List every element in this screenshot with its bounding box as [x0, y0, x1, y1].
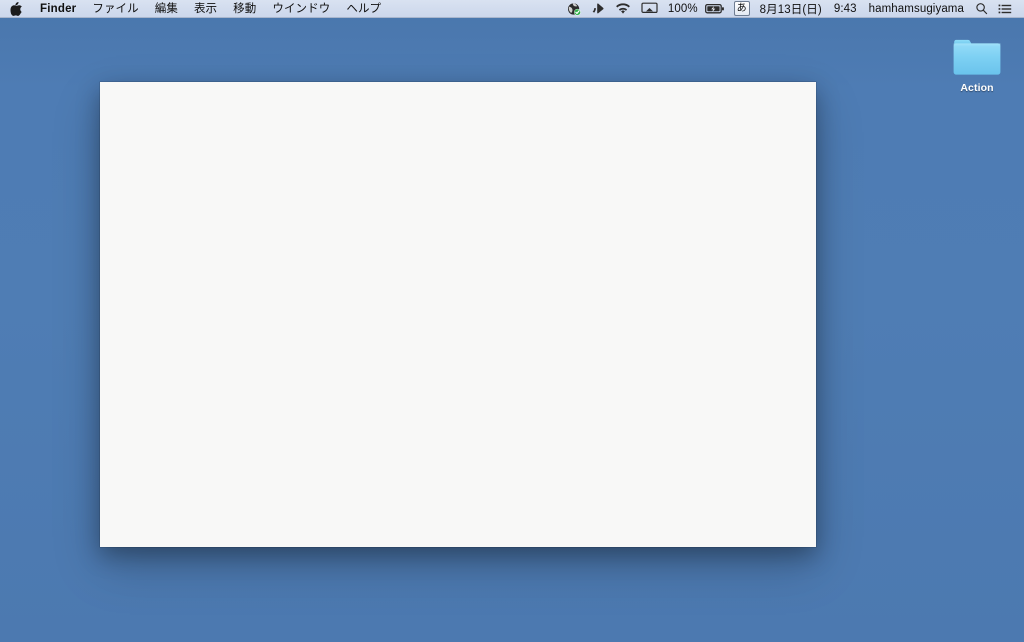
- desktop-icon-action[interactable]: Action: [946, 28, 1008, 94]
- airplay-display-icon: [641, 2, 658, 13]
- desktop[interactable]: Finder ファイル 編集 表示 移動 ウインドウ ヘルプ 100% あ 8月…: [0, 0, 1024, 642]
- wifi-status-item[interactable]: [610, 0, 636, 18]
- volume-icon: [592, 3, 604, 14]
- notification-center-icon: [998, 4, 1012, 13]
- application-window[interactable]: [100, 82, 816, 547]
- menu-item-go[interactable]: 移動: [225, 0, 264, 18]
- menubar-date[interactable]: 8月13日(日): [754, 0, 828, 18]
- wifi-icon: [615, 2, 630, 14]
- menu-bar-left: Finder ファイル 編集 表示 移動 ウインドウ ヘルプ: [0, 0, 389, 18]
- input-method-status-item[interactable]: あ: [730, 0, 754, 18]
- battery-percent-label[interactable]: 100%: [663, 0, 700, 18]
- dropbox-sync-icon: [567, 2, 581, 15]
- menubar-time[interactable]: 9:43: [828, 0, 863, 18]
- menu-item-window[interactable]: ウインドウ: [264, 0, 338, 18]
- input-method-label: あ: [733, 1, 750, 16]
- menu-item-file[interactable]: ファイル: [84, 0, 146, 18]
- desktop-icon-label: Action: [960, 82, 994, 94]
- window-content-area[interactable]: [100, 82, 816, 547]
- menu-item-edit[interactable]: 編集: [147, 0, 186, 18]
- menu-item-help[interactable]: ヘルプ: [338, 0, 389, 18]
- battery-status-item[interactable]: [700, 0, 730, 18]
- volume-status-item[interactable]: [586, 0, 610, 18]
- folder-icon-wrap: [946, 28, 1008, 78]
- airplay-status-item[interactable]: [636, 0, 663, 18]
- menu-item-finder[interactable]: Finder: [32, 0, 84, 18]
- spotlight-button[interactable]: [970, 0, 993, 18]
- menu-item-view[interactable]: 表示: [186, 0, 225, 18]
- folder-icon: [953, 39, 1001, 75]
- menu-bar-status-area: 100% あ 8月13日(日) 9:43 hamhamsugiyama: [562, 0, 1024, 18]
- battery-charging-icon: [704, 3, 724, 13]
- notification-center-button[interactable]: [993, 0, 1017, 18]
- dropbox-status-item[interactable]: [562, 0, 586, 18]
- apple-logo-icon: [10, 1, 23, 16]
- menu-bar: Finder ファイル 編集 表示 移動 ウインドウ ヘルプ 100% あ 8月…: [0, 0, 1024, 18]
- menubar-username[interactable]: hamhamsugiyama: [863, 0, 970, 18]
- apple-menu-button[interactable]: [8, 0, 32, 18]
- search-icon: [976, 3, 988, 15]
